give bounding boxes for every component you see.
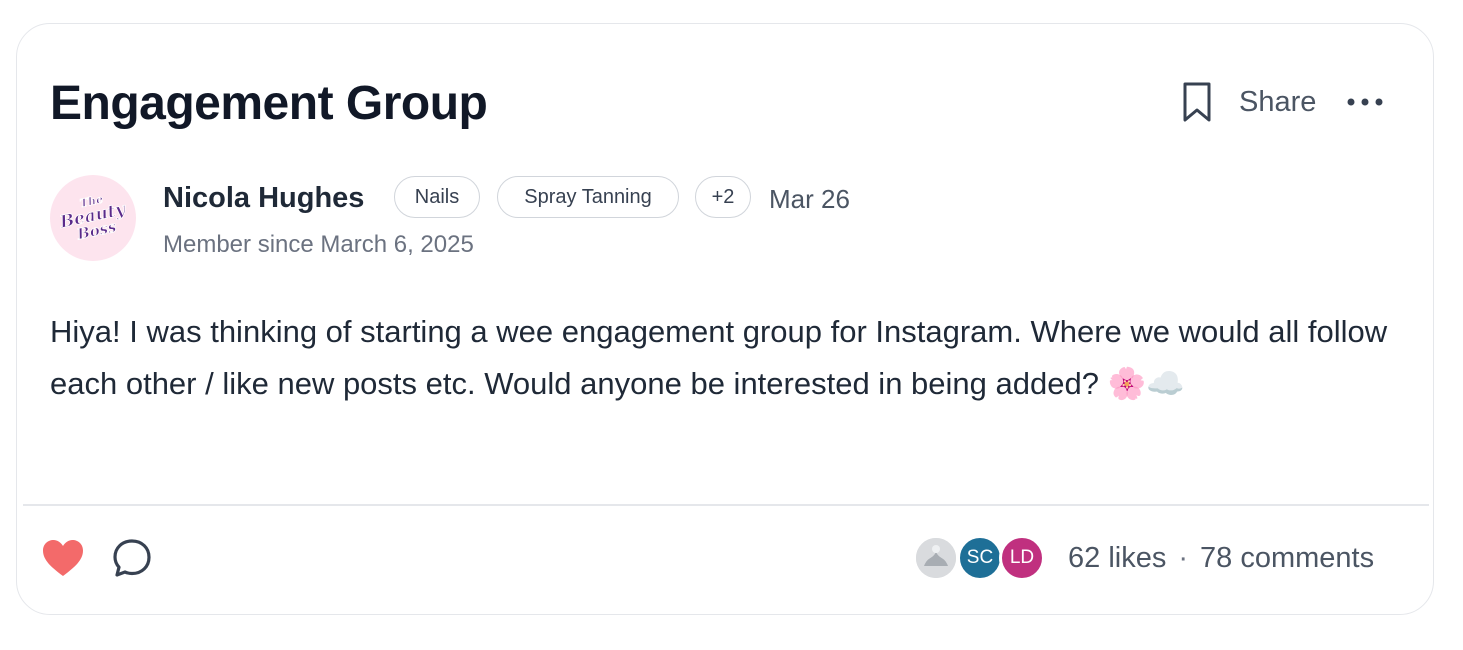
more-options-button[interactable]: [1344, 88, 1388, 116]
liker-avatar-2[interactable]: SC: [957, 535, 1003, 581]
share-button[interactable]: Share: [1239, 84, 1316, 120]
liker-avatar-3[interactable]: LD: [999, 535, 1045, 581]
post-body: Hiya! I was thinking of starting a wee e…: [50, 314, 1388, 401]
divider: [23, 504, 1429, 506]
post-date: Mar 26: [769, 184, 850, 214]
liker-avatar-1[interactable]: [913, 535, 959, 581]
tag-chip-more[interactable]: +2: [695, 176, 751, 218]
heart-icon: [43, 540, 83, 576]
tag-chip-spray-tanning[interactable]: Spray Tanning: [497, 176, 679, 218]
comment-icon: [113, 539, 151, 577]
likes-count[interactable]: 62 likes: [1068, 542, 1166, 574]
liker-photo-icon: [916, 538, 956, 578]
post-title: Engagement Group: [50, 77, 488, 130]
comments-count[interactable]: 78 comments: [1200, 542, 1374, 574]
tag-chip-nails[interactable]: Nails: [394, 176, 480, 218]
more-horizontal-icon: [1347, 98, 1383, 106]
comment-button[interactable]: [111, 537, 153, 579]
author-name[interactable]: Nicola Hughes: [163, 180, 364, 216]
member-since: Member since March 6, 2025: [163, 231, 474, 258]
engagement-stats: 62 likes · 78 comments: [1068, 540, 1374, 576]
post-card: Engagement Group Share The Beauty Boss N…: [16, 23, 1434, 615]
beauty-boss-logo: The Beauty Boss: [57, 192, 129, 244]
bookmark-icon: [1183, 82, 1211, 122]
author-avatar[interactable]: The Beauty Boss: [50, 175, 136, 261]
bookmark-button[interactable]: [1177, 80, 1217, 124]
like-button[interactable]: [41, 538, 85, 578]
stats-separator: ·: [1178, 542, 1188, 574]
